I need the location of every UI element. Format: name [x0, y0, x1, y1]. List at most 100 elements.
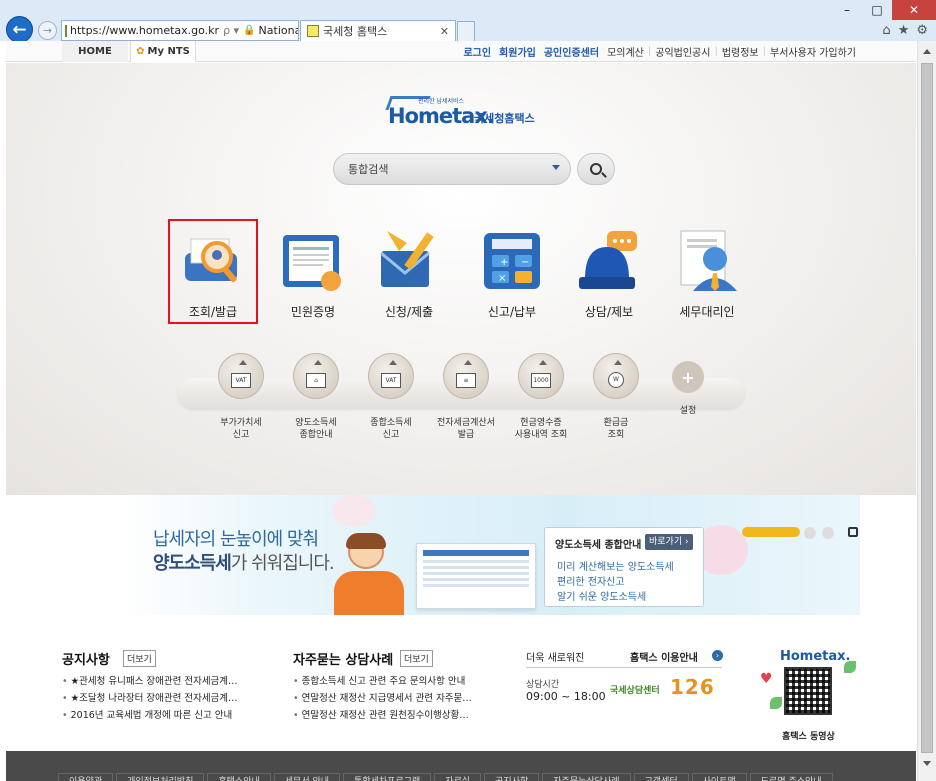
- menu-inquiry-issue[interactable]: 조회/발급: [168, 219, 258, 324]
- new-tab-button[interactable]: [457, 21, 475, 41]
- footer-link[interactable]: 이용약관: [58, 773, 114, 781]
- leaf-icon: [770, 697, 782, 709]
- menu-apply-submit[interactable]: 신청/제출: [364, 221, 454, 321]
- home-icon[interactable]: ⌂: [882, 23, 890, 38]
- dept-user-signup-link[interactable]: 부서사용자 가입하기: [766, 44, 860, 59]
- svg-text:+: +: [500, 257, 508, 268]
- notice-item[interactable]: 2016년 교육세법 개정에 따른 신고 안내: [62, 707, 272, 724]
- new-label: 더욱 새로워진: [526, 653, 585, 664]
- menu-label: 상담/제보: [584, 305, 634, 319]
- calculator-icon: + − ×: [480, 229, 544, 293]
- shortcut-label: 부가가치세 신고: [220, 418, 262, 440]
- shortcut-settings[interactable]: + 설정: [648, 353, 728, 417]
- stop-icon[interactable]: [848, 527, 858, 537]
- slide-indicator-active[interactable]: [742, 527, 800, 537]
- hometax-logo[interactable]: 편리한 납세서비스 Hometax. 국세청홈택스: [385, 96, 548, 132]
- browser-chrome: – □ ✕ ← → https://www.hometax.go.kr ρ ▾ …: [0, 0, 936, 43]
- vertical-scrollbar[interactable]: [917, 41, 936, 781]
- minimize-icon[interactable]: –: [832, 0, 862, 20]
- footer-link[interactable]: 자료실: [434, 773, 482, 781]
- shortcut-refund[interactable]: W 환급금 조회: [576, 353, 656, 441]
- notice-item[interactable]: ★관세청 유니패스 장애관련 전자세금계…: [62, 673, 272, 690]
- mock-calc-link[interactable]: 모의계산: [603, 44, 648, 59]
- faq-more-button[interactable]: 더보기: [400, 650, 433, 667]
- notice-item[interactable]: ★조달청 나라장터 장애관련 전자세금계…: [62, 690, 272, 707]
- tab-favicon-icon: [307, 25, 319, 37]
- footer: 이용약관 개인정보처리방침 홈택스안내 세무서 안내 통합세차프로그램 자료실 …: [6, 751, 916, 781]
- maximize-icon[interactable]: □: [862, 0, 892, 20]
- flower-decoration: [332, 495, 376, 527]
- tab-close-icon[interactable]: ✕: [440, 25, 449, 38]
- magnifier-doc-icon: [181, 229, 245, 293]
- search-button[interactable]: [577, 153, 615, 185]
- search-select[interactable]: 통합검색: [333, 153, 571, 185]
- back-arrow-icon[interactable]: ←: [6, 16, 33, 43]
- close-icon[interactable]: ✕: [892, 0, 936, 20]
- qr-video-box[interactable]: Hometax. ♥ 홈택스 동영상: [760, 641, 860, 745]
- shortcut-label: 환급금 조회: [603, 418, 629, 440]
- public-corp-link[interactable]: 공익법인공시: [651, 44, 714, 59]
- scrollbar-thumb[interactable]: [921, 63, 933, 753]
- menu-certificates[interactable]: 민원증명: [268, 221, 358, 321]
- certificate-org[interactable]: National ...: [259, 24, 298, 37]
- browser-tools: ⌂ ★ ⚙: [882, 23, 928, 38]
- address-url[interactable]: https://www.hometax.go.kr: [70, 24, 219, 37]
- law-info-link[interactable]: 법령정보: [718, 44, 763, 59]
- faq-item[interactable]: 연말정산 재정산 지급명세서 관련 자주묻…: [293, 690, 503, 707]
- banner-go-button[interactable]: 바로가기 ›: [645, 534, 693, 550]
- glyph: VAT: [381, 372, 401, 388]
- footer-link[interactable]: 사이트맵: [691, 773, 747, 781]
- chevron-right-icon[interactable]: ›: [712, 650, 723, 661]
- faq-item[interactable]: 종합소득세 신고 관련 주요 문의사항 안내: [293, 673, 503, 690]
- cert-center-link[interactable]: 공인인증센터: [540, 44, 603, 59]
- faq-item[interactable]: 연말정산 재정산 관련 원천징수이행상황…: [293, 707, 503, 724]
- browser-tab[interactable]: 국세청 홈택스 ✕: [300, 20, 456, 41]
- shortcut-transfer-income[interactable]: ⌂ 양도소득세 종합안내: [276, 353, 356, 441]
- footer-link[interactable]: 고객센터: [633, 773, 689, 781]
- scroll-up-icon[interactable]: [923, 49, 931, 54]
- signup-link[interactable]: 회원가입: [495, 44, 540, 59]
- boy-illustration: [330, 533, 416, 615]
- login-link[interactable]: 로그인: [459, 44, 495, 59]
- menu-report-pay[interactable]: + − × 신고/납부: [467, 221, 557, 321]
- shortcut-e-invoice[interactable]: ≡ 전자세금계산서 발급: [426, 353, 506, 441]
- shortcut-label: 현금영수증 사용내역 조회: [514, 418, 568, 440]
- shortcut-cash-receipt[interactable]: 1000 현금영수증 사용내역 조회: [501, 353, 581, 441]
- footer-link[interactable]: 홈택스안내: [207, 773, 271, 781]
- star-icon[interactable]: ★: [898, 23, 910, 38]
- forward-arrow-icon[interactable]: →: [38, 21, 57, 40]
- footer-link[interactable]: 도로명 주소안내: [749, 773, 833, 781]
- footer-link[interactable]: 세무서 안내: [273, 773, 341, 781]
- shortcut-label: 전자세금계산서 발급: [437, 418, 495, 440]
- search-dropdown-icon[interactable]: ρ ▾: [223, 24, 239, 37]
- guide-link[interactable]: 홈택스 이용안내: [630, 649, 698, 664]
- promo-banner[interactable]: 납세자의 눈높이에 맞춰 양도소득세가 쉬워집니다. 양도소득세 종합안내 바로…: [6, 495, 916, 615]
- top-links: 로그인 회원가입 공인인증센터 모의계산 | 공익법인공시 | 법령정보 | 부…: [459, 41, 860, 62]
- shortcut-vat-return[interactable]: VAT 부가가치세 신고: [201, 353, 281, 441]
- slide-indicator-dot[interactable]: [822, 527, 834, 539]
- shortcut-global-income[interactable]: VAT 종합소득세 신고: [351, 353, 431, 441]
- search-placeholder: 통합검색: [348, 163, 389, 176]
- tab-my-nts[interactable]: ✿ My NTS: [130, 41, 196, 62]
- footer-link[interactable]: 자주묻는상담사례: [542, 773, 631, 781]
- dropdown-arrow-icon: [552, 165, 560, 170]
- leaf-icon: [844, 661, 856, 673]
- menu-consult-report[interactable]: 상담/제보: [564, 221, 654, 321]
- lock-icon[interactable]: 🔒: [243, 25, 255, 36]
- scroll-down-icon[interactable]: [923, 761, 931, 766]
- menu-tax-agent[interactable]: 세무대리인: [662, 221, 752, 321]
- notices-more-button[interactable]: 더보기: [123, 650, 156, 667]
- gear-icon[interactable]: ⚙: [916, 23, 928, 38]
- footer-link[interactable]: 개인정보처리방침: [116, 773, 205, 781]
- center-number: 126: [670, 675, 715, 699]
- page-viewport: HOME ✿ My NTS 로그인 회원가입 공인인증센터 모의계산 | 공익법인…: [6, 41, 916, 781]
- house-arrow-icon: ⌂: [293, 353, 339, 399]
- footer-link[interactable]: 통합세차프로그램: [343, 773, 432, 781]
- footer-link[interactable]: 공지사항: [484, 773, 540, 781]
- address-bar[interactable]: https://www.hometax.go.kr ρ ▾ 🔒 National…: [61, 20, 299, 41]
- tab-home[interactable]: HOME: [62, 41, 128, 62]
- tab-title: 국세청 홈택스: [323, 25, 388, 38]
- slide-indicator-dot[interactable]: [804, 527, 816, 539]
- banner-box-item: 미리 계산해보는 양도소득세: [557, 562, 674, 573]
- banner-info-box: 양도소득세 종합안내 바로가기 › 미리 계산해보는 양도소득세 편리한 전자신…: [544, 527, 704, 607]
